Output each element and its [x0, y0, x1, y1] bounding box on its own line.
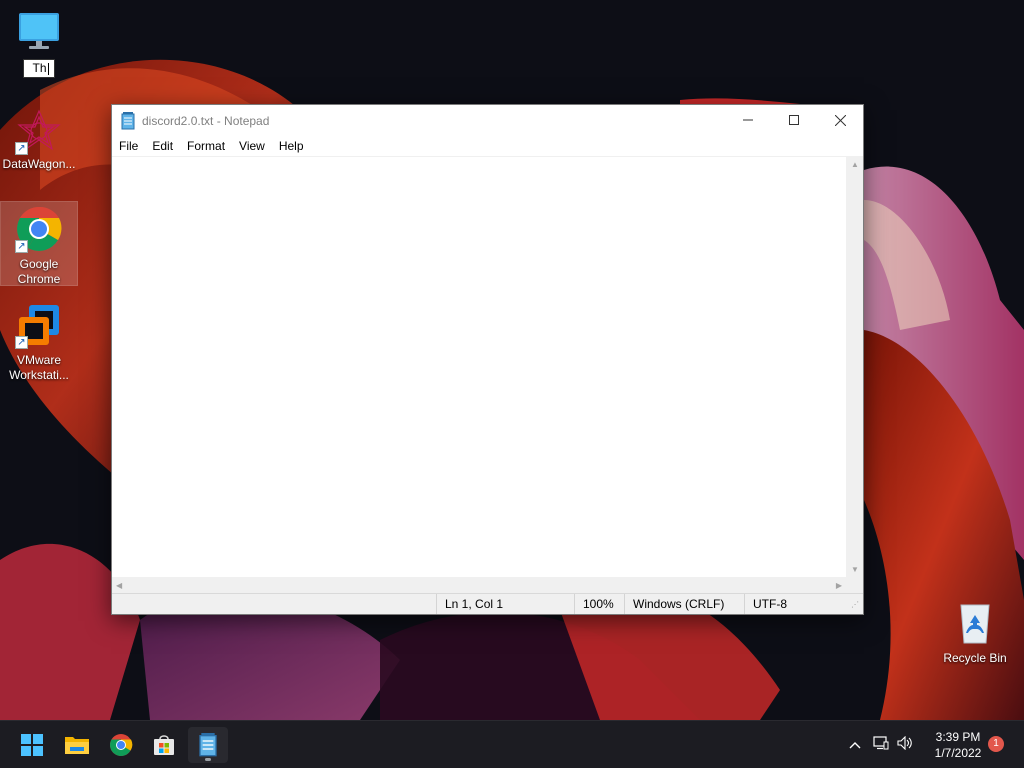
menu-file[interactable]: File: [112, 139, 145, 153]
chrome-icon: [110, 734, 133, 756]
microsoft-store-icon: [154, 735, 174, 755]
scroll-left-icon[interactable]: ◀: [116, 581, 122, 590]
vertical-scrollbar[interactable]: ▲ ▼: [846, 157, 863, 577]
system-tray: [844, 721, 916, 768]
desktop-icon-recycle-bin[interactable]: Recycle Bin: [936, 596, 1014, 666]
notification-badge[interactable]: 1: [988, 736, 1004, 752]
close-icon: [834, 114, 846, 126]
notepad-window[interactable]: discord2.0.txt - Notepad File Edit Forma…: [111, 104, 864, 615]
start-button[interactable]: [12, 727, 52, 763]
maximize-icon: [789, 115, 799, 125]
menu-bar: File Edit Format View Help: [112, 136, 863, 157]
chrome-icon: ↗: [15, 205, 63, 253]
notepad-icon: [121, 111, 135, 130]
volume-button[interactable]: [894, 735, 916, 755]
shortcut-arrow-icon: ↗: [15, 142, 28, 155]
title-bar[interactable]: discord2.0.txt - Notepad: [112, 105, 863, 136]
taskbar-chrome[interactable]: [101, 727, 141, 763]
rename-input[interactable]: Th: [23, 59, 55, 78]
status-encoding: UTF-8: [744, 594, 854, 614]
datawagon-icon: ↗: [15, 107, 63, 155]
notepad-icon: [199, 733, 217, 757]
taskbar-microsoft-store[interactable]: [144, 727, 184, 763]
desktop-icon-label: VMware Workstati...: [9, 353, 69, 382]
close-button[interactable]: [817, 105, 863, 135]
recycle-bin-icon: [951, 599, 999, 647]
menu-view[interactable]: View: [232, 139, 272, 153]
scrollbar-corner: [846, 577, 863, 594]
taskbar-file-explorer[interactable]: [57, 727, 97, 763]
clock-time: 3:39 PM: [935, 730, 981, 744]
menu-edit[interactable]: Edit: [145, 139, 180, 153]
scroll-down-icon[interactable]: ▼: [851, 565, 859, 574]
file-explorer-icon: [65, 737, 89, 754]
status-line-endings: Windows (CRLF): [624, 594, 744, 614]
running-indicator: [205, 758, 211, 761]
desktop-icon-label: Google Chrome: [17, 257, 61, 286]
volume-icon: [897, 735, 912, 750]
menu-format[interactable]: Format: [180, 139, 232, 153]
network-icon: [873, 735, 889, 749]
desktop-icon-google-chrome[interactable]: ↗ Google Chrome: [0, 201, 78, 286]
desktop-icon-vmware[interactable]: ↗ VMware Workstati...: [0, 298, 78, 383]
window-title: discord2.0.txt - Notepad: [142, 113, 270, 128]
shortcut-arrow-icon: ↗: [15, 240, 28, 253]
resize-grip-icon[interactable]: ⋰: [851, 601, 861, 612]
clock-date: 1/7/2022: [934, 746, 982, 760]
chevron-up-icon: [849, 742, 861, 749]
show-hidden-icons-button[interactable]: [844, 736, 866, 754]
maximize-button[interactable]: [771, 105, 817, 135]
scroll-up-icon[interactable]: ▲: [851, 160, 859, 169]
taskbar-notepad[interactable]: [188, 727, 228, 763]
desktop-icon-label: Recycle Bin: [943, 651, 1007, 665]
network-button[interactable]: [868, 735, 894, 755]
desktop-icon-datawagon[interactable]: ↗ DataWagon...: [0, 104, 78, 172]
taskbar-clock[interactable]: 3:39 PM 1/7/2022: [922, 729, 994, 761]
horizontal-scrollbar[interactable]: ◀ ▶: [112, 577, 846, 594]
status-position: Ln 1, Col 1: [436, 594, 574, 614]
minimize-button[interactable]: [725, 105, 771, 135]
menu-help[interactable]: Help: [272, 139, 311, 153]
scroll-right-icon[interactable]: ▶: [836, 581, 842, 590]
vmware-icon: ↗: [15, 301, 63, 349]
taskbar: 3:39 PM 1/7/2022: [0, 720, 1024, 768]
minimize-icon: [743, 119, 753, 121]
monitor-icon: [15, 7, 63, 55]
text-editor[interactable]: [112, 157, 846, 577]
desktop-icon-this-pc[interactable]: Th: [0, 4, 78, 78]
status-zoom: 100%: [574, 594, 624, 614]
desktop-icon-label: DataWagon...: [2, 157, 76, 171]
start-icon: [21, 734, 43, 756]
status-bar: Ln 1, Col 1 100% Windows (CRLF) UTF-8 ⋰: [112, 593, 863, 614]
shortcut-arrow-icon: ↗: [15, 336, 28, 349]
